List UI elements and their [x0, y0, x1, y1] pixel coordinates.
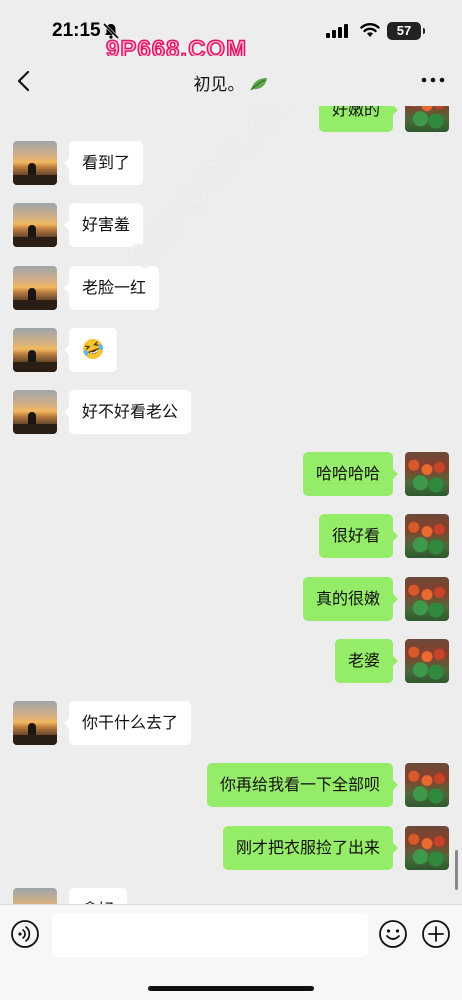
message-row: 你再给我看一下全部呗 [0, 763, 462, 807]
leaf-icon [250, 78, 267, 91]
voice-icon[interactable] [10, 919, 40, 949]
scrollbar[interactable] [455, 850, 458, 890]
avatar-self[interactable] [405, 514, 449, 558]
message-row: 刚才把衣服捡了出来 [0, 826, 462, 870]
message-row: 好不好看老公 [0, 390, 462, 434]
avatar-self[interactable] [405, 763, 449, 807]
message-bubble[interactable]: 好嫩的 [318, 106, 399, 132]
chat-title-wrap: 初见。 [0, 70, 462, 95]
message-row: 哈哈哈哈 [0, 452, 462, 496]
message-row: 很好看 [0, 514, 462, 558]
avatar-self[interactable] [405, 106, 449, 132]
message-bubble[interactable]: 很好看 [318, 514, 399, 558]
message-row: 好害羞 [0, 203, 462, 247]
message-bubble[interactable]: 看到了 [63, 141, 144, 185]
home-indicator[interactable] [148, 986, 314, 991]
avatar-contact[interactable] [13, 888, 57, 904]
avatar-self[interactable] [405, 639, 449, 683]
message-bubble[interactable]: 哈哈哈哈 [302, 452, 399, 496]
wifi-icon [360, 23, 380, 37]
laughing-tears-emoji-icon [83, 339, 104, 359]
message-row: 老婆 [0, 639, 462, 683]
message-bubble[interactable]: 刚才把衣服捡了出来 [222, 826, 399, 870]
avatar-contact[interactable] [13, 203, 57, 247]
message-row: 老脸一红 [0, 266, 462, 310]
cellular-signal-icon [326, 24, 348, 38]
battery-indicator: 57 [387, 22, 425, 40]
chat-title: 初见。 [193, 75, 245, 95]
message-bubble[interactable]: 真的很嫩 [302, 577, 399, 621]
more-dots-icon[interactable] [420, 72, 446, 88]
message-row [0, 328, 462, 372]
message-bubble[interactable]: 好不好看老公 [63, 390, 192, 434]
message-bubble[interactable] [64, 328, 117, 372]
message-bubble[interactable]: 你干什么去了 [63, 701, 192, 745]
chat-header: 初见。 [0, 56, 462, 106]
plus-icon[interactable] [421, 919, 451, 949]
avatar-self[interactable] [405, 452, 449, 496]
avatar-self[interactable] [405, 826, 449, 870]
avatar-contact[interactable] [13, 266, 57, 310]
message-row: 你干什么去了 [0, 701, 462, 745]
message-row: 真的很嫩 [0, 577, 462, 621]
avatar-self[interactable] [405, 577, 449, 621]
avatar-contact[interactable] [13, 328, 57, 372]
message-row: 拿好 [0, 888, 462, 904]
avatar-contact[interactable] [13, 141, 57, 185]
message-list[interactable]: 好嫩的 看到了 好害羞 老脸一红 好不好看老公 哈哈哈哈 很好看 真的很嫩 老婆… [0, 106, 462, 904]
avatar-contact[interactable] [13, 701, 57, 745]
avatar-contact[interactable] [13, 390, 57, 434]
message-input[interactable] [52, 913, 368, 957]
status-bar: 21:15 9P668.COM 57 [0, 0, 462, 64]
status-time: 21:15 [52, 20, 101, 41]
smiley-icon[interactable] [378, 919, 408, 949]
message-bubble[interactable]: 你再给我看一下全部呗 [206, 763, 399, 807]
message-bubble[interactable]: 老婆 [334, 639, 399, 683]
message-bubble[interactable]: 拿好 [69, 888, 128, 904]
